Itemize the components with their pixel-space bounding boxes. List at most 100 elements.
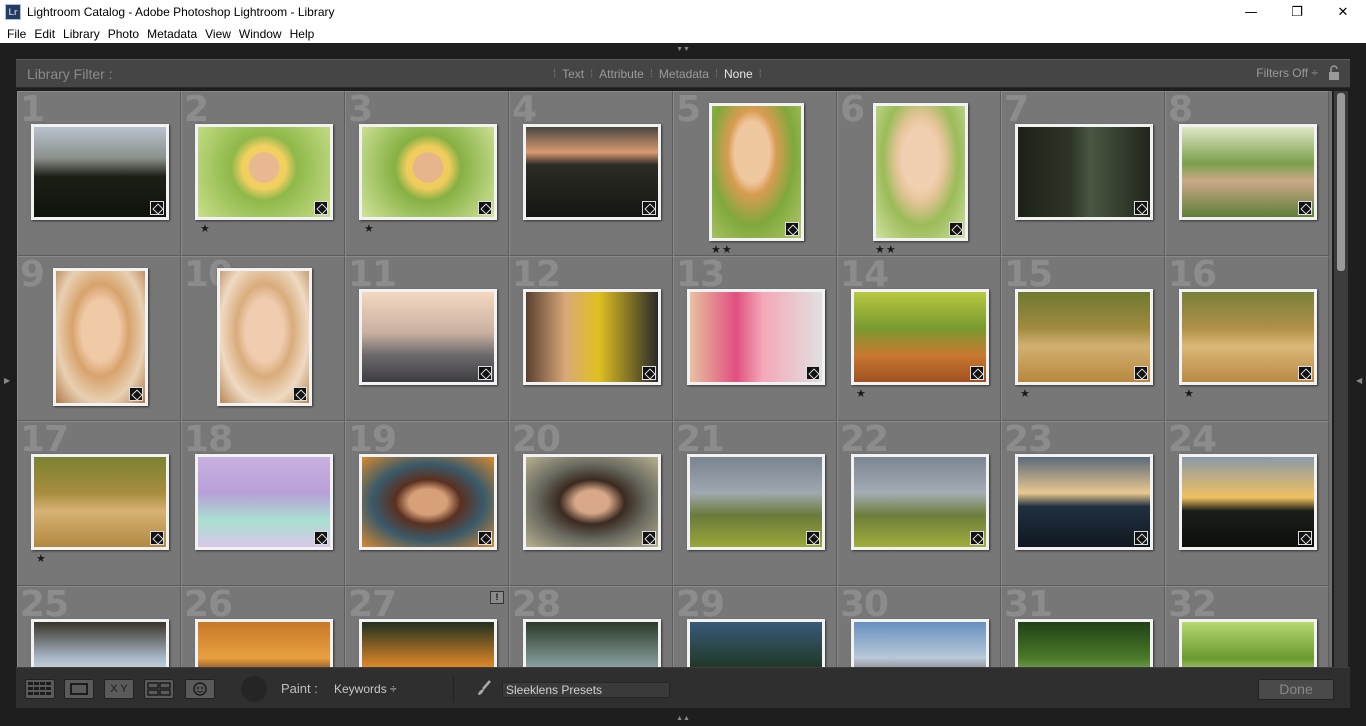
close-button[interactable]: ✕ — [1320, 0, 1366, 24]
develop-settings-badge-icon[interactable] — [970, 531, 984, 545]
photo-thumbnail[interactable] — [31, 454, 169, 550]
grid-cell[interactable]: 20 — [509, 419, 673, 586]
missing-file-warning-icon[interactable]: ! — [490, 591, 504, 604]
develop-settings-badge-icon[interactable] — [949, 222, 963, 236]
photo-thumbnail[interactable] — [687, 619, 825, 667]
star-rating[interactable]: ★ — [36, 552, 47, 565]
develop-preset-field[interactable]: Sleeklens Presets — [502, 682, 670, 698]
grid-cell[interactable]: 24 — [1165, 419, 1329, 586]
develop-settings-badge-icon[interactable] — [478, 366, 492, 380]
people-view-button[interactable] — [185, 679, 215, 699]
filter-metadata-option[interactable]: Metadata — [659, 67, 709, 81]
develop-settings-badge-icon[interactable] — [1134, 531, 1148, 545]
photo-thumbnail[interactable] — [687, 289, 825, 385]
develop-settings-badge-icon[interactable] — [970, 366, 984, 380]
grid-cell[interactable]: 23 — [1001, 419, 1165, 586]
survey-view-button[interactable] — [144, 679, 174, 699]
develop-settings-badge-icon[interactable] — [150, 201, 164, 215]
photo-thumbnail[interactable] — [1015, 454, 1153, 550]
menu-help[interactable]: Help — [290, 27, 323, 41]
develop-settings-badge-icon[interactable] — [806, 531, 820, 545]
grid-cell[interactable]: 18 — [181, 419, 345, 586]
develop-settings-badge-icon[interactable] — [1298, 531, 1312, 545]
photo-thumbnail[interactable] — [1015, 619, 1153, 667]
menu-view[interactable]: View — [205, 27, 239, 41]
photo-thumbnail[interactable] — [1179, 619, 1317, 667]
grid-view-button[interactable] — [25, 679, 55, 699]
develop-settings-badge-icon[interactable] — [129, 387, 143, 401]
photo-thumbnail[interactable] — [1179, 289, 1317, 385]
photo-thumbnail[interactable] — [851, 454, 989, 550]
develop-settings-badge-icon[interactable] — [1298, 366, 1312, 380]
grid-cell[interactable]: 31 — [1001, 584, 1165, 667]
grid-cell[interactable]: 7 — [1001, 91, 1165, 256]
grid-cell[interactable]: 5 ★★ — [673, 91, 837, 256]
photo-thumbnail[interactable] — [523, 619, 661, 667]
photo-thumbnail[interactable] — [523, 124, 661, 220]
photo-thumbnail[interactable] — [195, 124, 333, 220]
filter-text-option[interactable]: Text — [562, 67, 584, 81]
menu-metadata[interactable]: Metadata — [147, 27, 205, 41]
grid-cell[interactable]: 26 — [181, 584, 345, 667]
loupe-view-button[interactable] — [64, 679, 94, 699]
develop-settings-badge-icon[interactable] — [1298, 201, 1312, 215]
photo-thumbnail[interactable] — [1015, 289, 1153, 385]
photo-thumbnail[interactable] — [687, 454, 825, 550]
develop-settings-badge-icon[interactable] — [642, 531, 656, 545]
develop-settings-badge-icon[interactable] — [150, 531, 164, 545]
photo-thumbnail[interactable] — [53, 268, 148, 406]
paint-keywords-dropdown[interactable]: Keywords ÷ — [334, 682, 397, 696]
grid-scrollbar[interactable] — [1334, 91, 1348, 667]
maximize-button[interactable]: ❐ — [1274, 0, 1320, 24]
star-rating[interactable]: ★ — [1184, 387, 1195, 400]
minimize-button[interactable]: — — [1228, 0, 1274, 24]
grid-cell[interactable]: 6 ★★ — [837, 91, 1001, 256]
develop-settings-badge-icon[interactable] — [785, 222, 799, 236]
brush-icon[interactable] — [474, 678, 494, 698]
photo-thumbnail[interactable] — [851, 289, 989, 385]
grid-cell[interactable]: 1 — [17, 91, 181, 256]
photo-thumbnail[interactable] — [359, 289, 497, 385]
grid-cell[interactable]: 9 — [17, 254, 181, 421]
photo-thumbnail[interactable] — [31, 619, 169, 667]
grid-cell[interactable]: 29 — [673, 584, 837, 667]
grid-cell[interactable]: 15 ★ — [1001, 254, 1165, 421]
star-rating[interactable]: ★ — [1020, 387, 1031, 400]
grid-cell[interactable]: 14 ★ — [837, 254, 1001, 421]
photo-thumbnail[interactable] — [851, 619, 989, 667]
develop-settings-badge-icon[interactable] — [1134, 366, 1148, 380]
grid-cell[interactable]: 11 — [345, 254, 509, 421]
menu-library[interactable]: Library — [63, 27, 108, 41]
grid-cell[interactable]: 13 — [673, 254, 837, 421]
filter-attribute-option[interactable]: Attribute — [599, 67, 644, 81]
grid-cell[interactable]: 4 — [509, 91, 673, 256]
photo-thumbnail[interactable] — [359, 124, 497, 220]
filter-none-option[interactable]: None — [724, 67, 753, 81]
menu-file[interactable]: File — [7, 27, 34, 41]
grid-cell[interactable]: 3 ★ — [345, 91, 509, 256]
filter-lock-icon[interactable] — [1328, 65, 1340, 81]
compare-view-button[interactable]: X Y — [104, 679, 134, 699]
photo-thumbnail[interactable] — [873, 103, 968, 241]
photo-thumbnail[interactable] — [1179, 124, 1317, 220]
develop-settings-badge-icon[interactable] — [478, 531, 492, 545]
photo-thumbnail[interactable] — [523, 289, 661, 385]
grid-cell[interactable]: 21 — [673, 419, 837, 586]
filter-preset-dropdown[interactable]: Filters Off ÷ — [1256, 66, 1318, 80]
scrollbar-thumb[interactable] — [1337, 93, 1345, 271]
menu-window[interactable]: Window — [239, 27, 290, 41]
photo-thumbnail[interactable] — [709, 103, 804, 241]
develop-settings-badge-icon[interactable] — [642, 366, 656, 380]
photo-thumbnail[interactable] — [359, 454, 497, 550]
star-rating[interactable]: ★ — [364, 222, 375, 235]
develop-settings-badge-icon[interactable] — [314, 531, 328, 545]
top-panel-toggle-icon[interactable]: ▼▼ — [676, 46, 690, 53]
star-rating[interactable]: ★ — [856, 387, 867, 400]
photo-thumbnail[interactable] — [1015, 124, 1153, 220]
done-button[interactable]: Done — [1258, 679, 1334, 700]
develop-settings-badge-icon[interactable] — [314, 201, 328, 215]
right-panel-toggle-icon[interactable]: ◀ — [1356, 376, 1364, 390]
grid-cell[interactable]: 28 — [509, 584, 673, 667]
photo-thumbnail[interactable] — [359, 619, 497, 667]
grid-cell[interactable]: 22 — [837, 419, 1001, 586]
